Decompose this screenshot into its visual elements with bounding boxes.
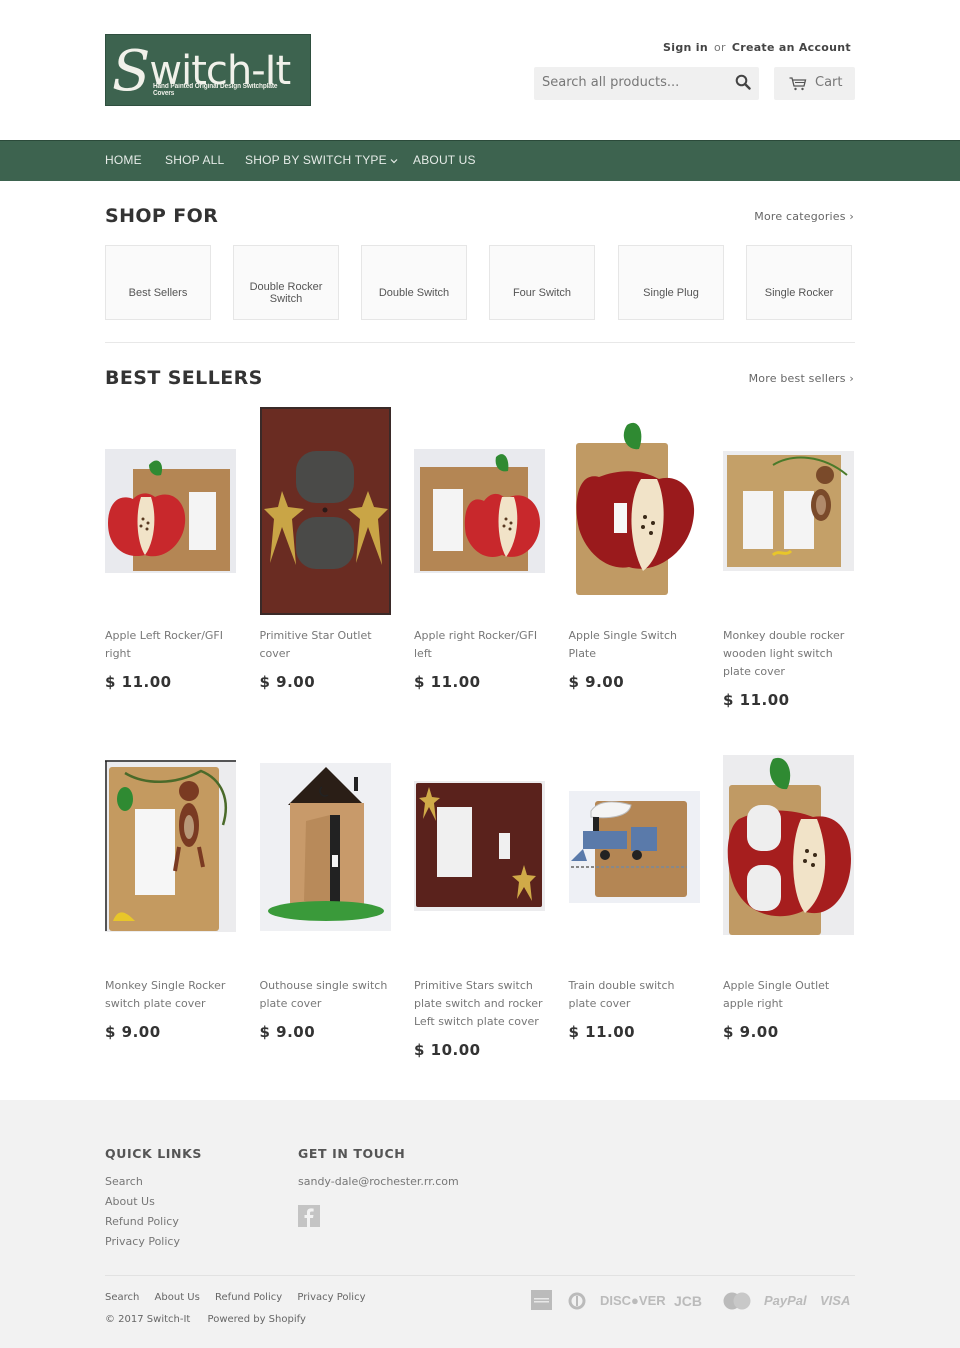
product-price: $ 11.00 bbox=[568, 1023, 636, 1041]
product-image-outhouse-single-switch bbox=[259, 755, 391, 935]
store-logo[interactable]: Switch-It Hand Painted Original Design S… bbox=[105, 34, 311, 106]
category-best-sellers[interactable]: Best Sellers bbox=[105, 245, 211, 320]
product-card[interactable]: Apple right Rocker/GFI left $ 11.00 bbox=[414, 405, 545, 691]
product-image-primitive-stars-switch-rocker bbox=[414, 755, 545, 935]
chevron-down-icon bbox=[390, 153, 398, 167]
product-card[interactable]: Monkey Single Rocker switch plate cover … bbox=[105, 755, 237, 1041]
bottom-link-refund-policy[interactable]: Refund Policy bbox=[215, 1292, 282, 1303]
product-title: Apple Left Rocker/GFI right bbox=[105, 629, 223, 660]
product-title: Primitive Stars switch plate switch and … bbox=[414, 979, 543, 1028]
bottom-link-privacy-policy[interactable]: Privacy Policy bbox=[297, 1292, 365, 1303]
product-card[interactable]: Apple Single Switch Plate $ 9.00 bbox=[569, 405, 700, 691]
diners-club-icon bbox=[567, 1292, 587, 1313]
product-price: $ 9.00 bbox=[723, 1023, 779, 1041]
section-divider bbox=[105, 342, 855, 343]
product-title: Outhouse single switch plate cover bbox=[259, 979, 388, 1010]
product-price: $ 10.00 bbox=[414, 1041, 481, 1059]
more-categories-link[interactable]: More categories › bbox=[754, 210, 854, 223]
quick-links-heading: QUICK LINKS bbox=[105, 1146, 203, 1161]
nav-about-us[interactable]: ABOUT US bbox=[413, 153, 476, 167]
footer-link-search[interactable]: Search bbox=[105, 1172, 180, 1192]
jcb-icon: JCB bbox=[674, 1293, 703, 1309]
category-four-switch[interactable]: Four Switch bbox=[489, 245, 595, 320]
bottom-link-search[interactable]: Search bbox=[105, 1292, 139, 1303]
logo-tagline: Hand Painted Original Design Switchplate… bbox=[153, 83, 278, 97]
product-image-train-double-switch bbox=[568, 755, 700, 935]
product-price: $ 9.00 bbox=[259, 1023, 316, 1041]
sign-in-link[interactable]: Sign in bbox=[663, 41, 708, 54]
category-single-plug[interactable]: Single Plug bbox=[618, 245, 724, 320]
product-card[interactable]: Outhouse single switch plate cover $ 9.0… bbox=[259, 755, 391, 1041]
cart-button[interactable]: Cart bbox=[774, 67, 855, 100]
nav-home[interactable]: HOME bbox=[105, 153, 142, 167]
footer-divider bbox=[105, 1275, 855, 1276]
powered-by-shopify-link[interactable]: Powered by Shopify bbox=[208, 1314, 306, 1325]
bottom-link-about-us[interactable]: About Us bbox=[155, 1292, 200, 1303]
search-placeholder: Search all products... bbox=[542, 75, 680, 90]
product-image-primitive-star-outlet bbox=[259, 405, 391, 615]
product-price: $ 9.00 bbox=[568, 673, 625, 691]
product-title: Apple Single Outlet apple right bbox=[723, 979, 830, 1010]
cart-label: Cart bbox=[815, 75, 843, 90]
shop-for-heading: SHOP FOR bbox=[105, 205, 219, 227]
product-image-apple-right-rocker bbox=[414, 405, 545, 615]
copyright-text: © 2017 Switch-It bbox=[105, 1314, 191, 1325]
facebook-icon[interactable] bbox=[298, 1205, 320, 1227]
category-double-switch[interactable]: Double Switch bbox=[361, 245, 467, 320]
product-title: Apple Single Switch Plate bbox=[568, 629, 678, 660]
or-text: or bbox=[713, 41, 726, 54]
category-double-rocker-switch[interactable]: Double Rocker Switch bbox=[233, 245, 339, 320]
category-single-rocker[interactable]: Single Rocker bbox=[746, 245, 852, 320]
main-nav: HOME SHOP ALL SHOP BY SWITCH TYPE ABOUT … bbox=[0, 140, 960, 181]
best-sellers-heading: BEST SELLERS bbox=[105, 367, 263, 389]
search-icon[interactable] bbox=[735, 74, 751, 94]
product-image-apple-single-outlet bbox=[723, 755, 854, 937]
nav-shop-all[interactable]: SHOP ALL bbox=[165, 153, 224, 167]
product-card[interactable]: Apple Single Outlet apple right $ 9.00 bbox=[723, 755, 854, 1041]
footer-link-privacy-policy[interactable]: Privacy Policy bbox=[105, 1232, 180, 1252]
paypal-icon: PayPal bbox=[764, 1293, 807, 1308]
product-price: $ 9.00 bbox=[105, 1023, 161, 1041]
footer-copyright-row: © 2017 Switch-It Powered by Shopify bbox=[105, 1314, 306, 1325]
product-image-monkey-double-rocker bbox=[723, 405, 854, 615]
product-title: Apple right Rocker/GFI left bbox=[414, 629, 538, 660]
product-price: $ 9.00 bbox=[259, 673, 316, 691]
product-card[interactable]: Apple Left Rocker/GFI right $ 11.00 bbox=[105, 405, 236, 691]
discover-icon: DISC●VER bbox=[600, 1293, 666, 1308]
search-input[interactable]: Search all products... bbox=[534, 67, 759, 100]
product-card[interactable]: Train double switch plate cover $ 11.00 bbox=[568, 755, 700, 1041]
create-account-link[interactable]: Create an Account bbox=[732, 41, 851, 54]
product-price: $ 11.00 bbox=[105, 673, 172, 691]
visa-icon: VISA bbox=[820, 1293, 851, 1308]
product-card[interactable]: Primitive Star Outlet cover $ 9.00 bbox=[259, 405, 391, 691]
product-title: Train double switch plate cover bbox=[568, 979, 675, 1010]
product-price: $ 11.00 bbox=[414, 673, 481, 691]
more-best-sellers-link[interactable]: More best sellers › bbox=[749, 372, 854, 385]
product-card[interactable]: Primitive Stars switch plate switch and … bbox=[414, 755, 545, 1059]
account-links: Sign in or Create an Account bbox=[663, 41, 851, 54]
get-in-touch-heading: GET IN TOUCH bbox=[298, 1146, 406, 1161]
product-title: Monkey Single Rocker switch plate cover bbox=[105, 979, 226, 1010]
product-image-monkey-single-rocker bbox=[105, 755, 237, 935]
mastercard-icon bbox=[723, 1292, 751, 1313]
quick-links-list: Search About Us Refund Policy Privacy Po… bbox=[105, 1172, 180, 1252]
product-price: $ 11.00 bbox=[723, 691, 790, 709]
product-title: Monkey double rocker wooden light switch… bbox=[723, 629, 845, 678]
footer-link-about-us[interactable]: About Us bbox=[105, 1192, 180, 1212]
cart-icon bbox=[789, 77, 807, 95]
nav-shop-by-switch-type[interactable]: SHOP BY SWITCH TYPE bbox=[245, 153, 398, 167]
footer-bottom-links: Search About Us Refund Policy Privacy Po… bbox=[105, 1292, 366, 1303]
footer-link-refund-policy[interactable]: Refund Policy bbox=[105, 1212, 180, 1232]
product-image-apple-single-switch bbox=[569, 405, 700, 615]
product-image-apple-left-rocker bbox=[105, 405, 236, 615]
american-express-icon bbox=[531, 1290, 552, 1313]
product-card[interactable]: Monkey double rocker wooden light switch… bbox=[723, 405, 854, 709]
product-title: Primitive Star Outlet cover bbox=[259, 629, 372, 660]
contact-email-link[interactable]: sandy-dale@rochester.rr.com bbox=[298, 1172, 459, 1192]
